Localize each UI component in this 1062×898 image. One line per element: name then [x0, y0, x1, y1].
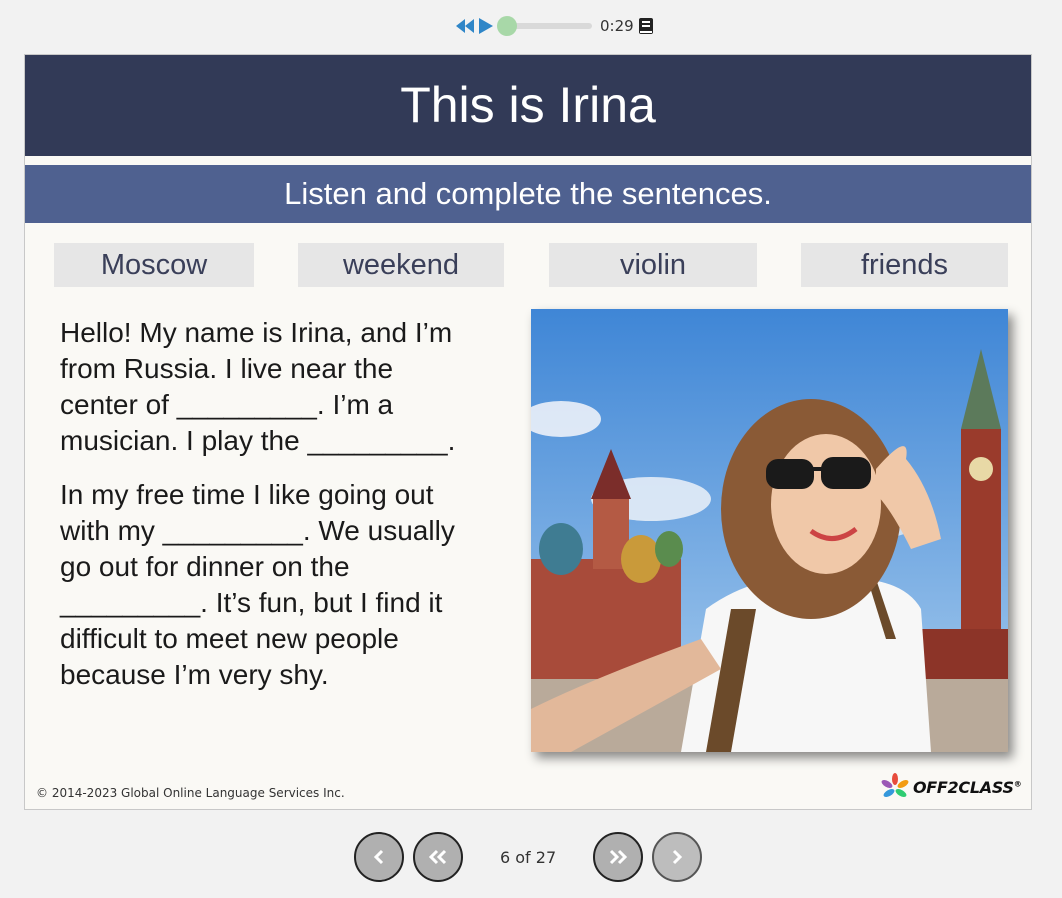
audio-player: 0:29: [455, 14, 654, 38]
passage-line: Hello! My name is Irina, and I’m: [60, 317, 453, 348]
passage-line: center of _________. I’m a: [60, 389, 394, 420]
passage-line: _________. It’s fun, but I find it: [60, 587, 443, 618]
reading-passage: Hello! My name is Irina, and I’m from Ru…: [60, 315, 520, 711]
next-slide-button[interactable]: [652, 832, 702, 882]
last-slide-button[interactable]: [593, 832, 643, 882]
slide-title: This is Irina: [25, 55, 1031, 156]
passage-line: with my _________. We usually: [60, 515, 455, 546]
passage-line: musician. I play the _________.: [60, 425, 456, 456]
off2class-logo: OFF2CLASS®: [881, 773, 1022, 801]
lesson-slide: This is Irina Listen and complete the se…: [24, 54, 1032, 810]
slide-instruction: Listen and complete the sentences.: [25, 165, 1031, 223]
passage-line: because I’m very shy.: [60, 659, 329, 690]
chevron-left-icon: [373, 849, 384, 865]
passage-line: In my free time I like going out: [60, 479, 434, 510]
audio-time: 0:29: [600, 17, 634, 35]
play-icon[interactable]: [478, 17, 494, 35]
logo-text: OFF2CLASS®: [913, 777, 1022, 797]
word-bank-item[interactable]: friends: [801, 243, 1008, 287]
rewind-icon[interactable]: [455, 18, 475, 34]
double-chevron-right-icon: [609, 849, 628, 865]
book-icon[interactable]: [638, 17, 654, 35]
word-bank-item[interactable]: weekend: [298, 243, 504, 287]
prev-slide-button[interactable]: [354, 832, 404, 882]
audio-progress-track[interactable]: [496, 16, 592, 36]
audio-progress-handle[interactable]: [496, 16, 517, 36]
irina-photo: [531, 309, 1008, 752]
word-bank-item[interactable]: violin: [549, 243, 757, 287]
page-counter: 6 of 27: [500, 848, 557, 867]
selfie-illustration: [531, 309, 1008, 752]
passage-line: go out for dinner on the: [60, 551, 350, 582]
chevron-right-icon: [672, 849, 683, 865]
passage-paragraph: In my free time I like going out with my…: [60, 477, 520, 693]
double-chevron-left-icon: [428, 849, 447, 865]
flower-logo-icon: [881, 773, 909, 797]
copyright-notice: © 2014-2023 Global Online Language Servi…: [36, 786, 345, 800]
passage-line: difficult to meet new people: [60, 623, 399, 654]
passage-line: from Russia. I live near the: [60, 353, 394, 384]
first-slide-button[interactable]: [413, 832, 463, 882]
passage-paragraph: Hello! My name is Irina, and I’m from Ru…: [60, 315, 520, 459]
word-bank-item[interactable]: Moscow: [54, 243, 254, 287]
